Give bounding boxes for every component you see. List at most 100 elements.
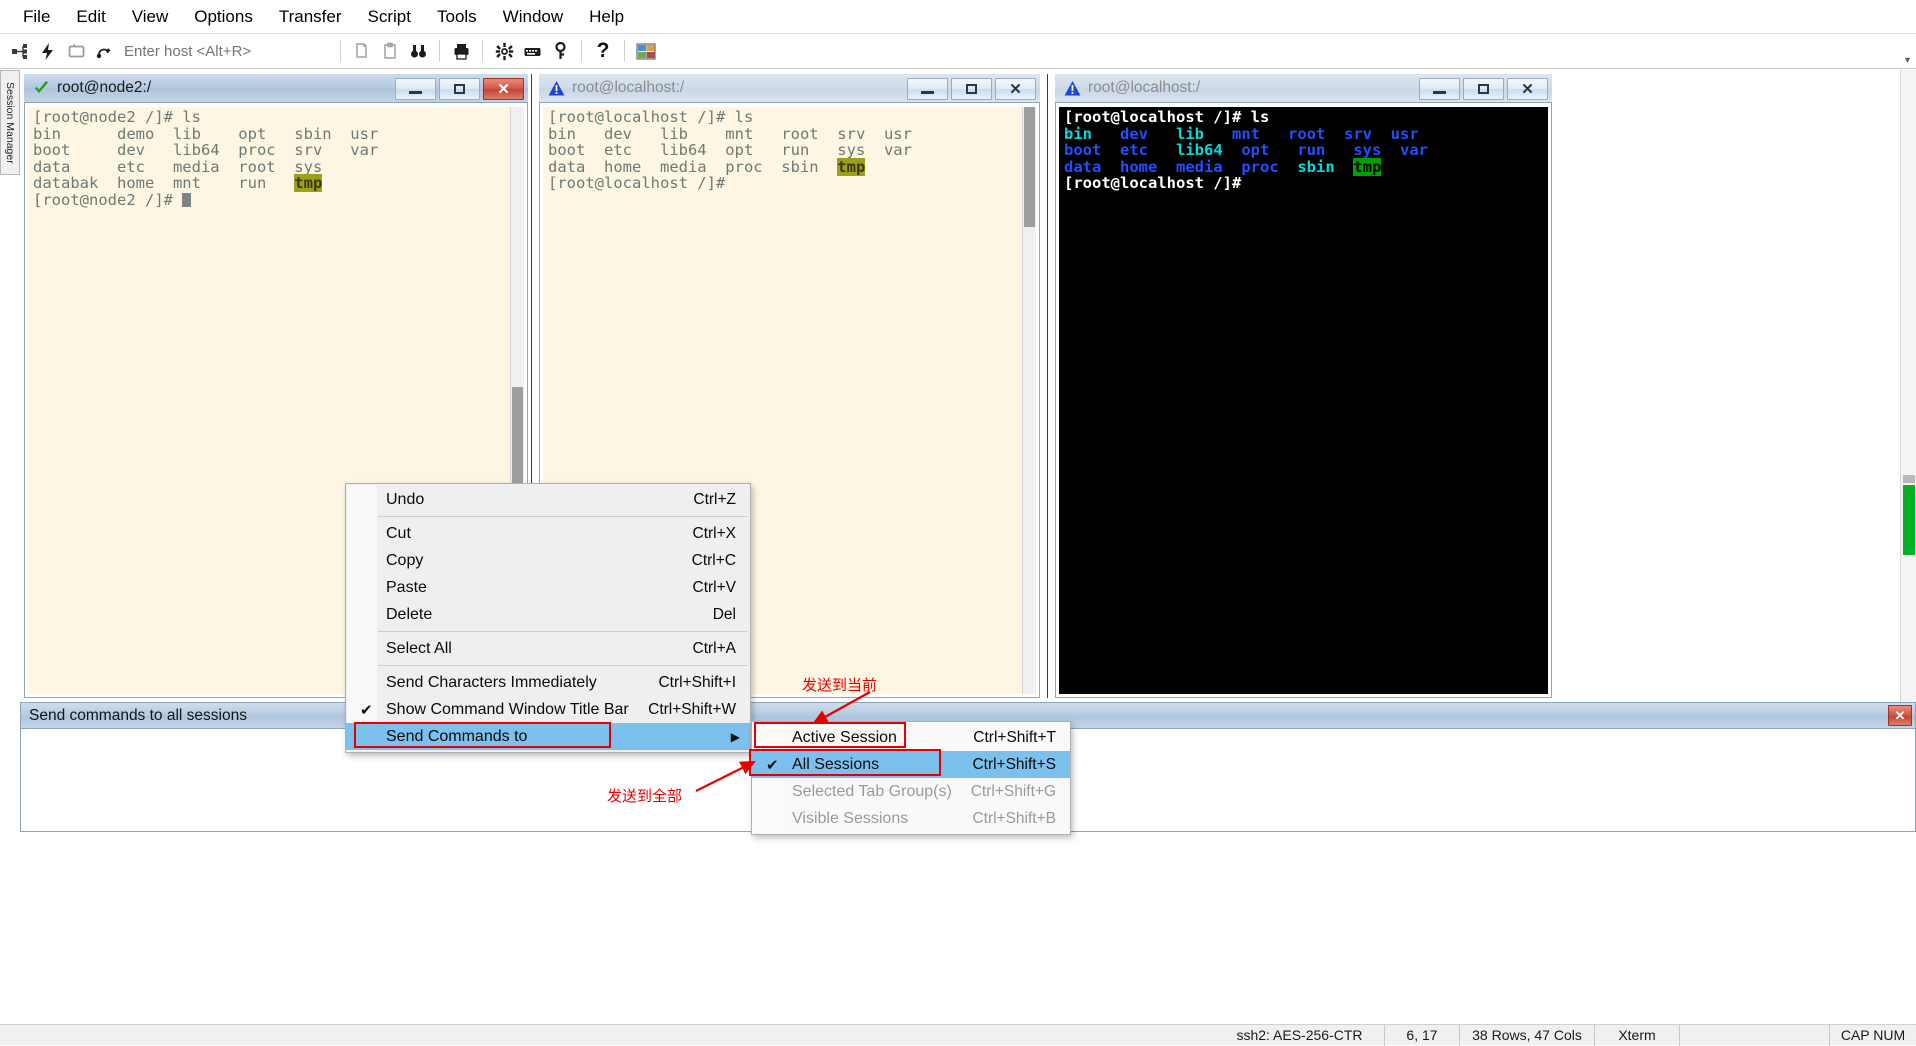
context-menu-item-send-commands-to[interactable]: Send Commands to ▶ bbox=[346, 723, 750, 750]
context-menu-item-label: Copy bbox=[386, 551, 424, 569]
submenu-item-shortcut: Ctrl+Shift+B bbox=[972, 809, 1056, 827]
find-icon[interactable] bbox=[404, 37, 432, 65]
submenu-item-shortcut: Ctrl+Shift+S bbox=[972, 755, 1056, 773]
pane-3-title-bar[interactable]: root@localhost:/ ✕ bbox=[1055, 74, 1552, 103]
context-menu-item-shortcut: Ctrl+Shift+I bbox=[658, 673, 736, 691]
terminal-text: proc bbox=[1241, 157, 1298, 176]
host-input[interactable] bbox=[118, 39, 333, 63]
paste-icon[interactable] bbox=[376, 37, 404, 65]
pane-3-maximize-button[interactable] bbox=[1463, 78, 1504, 100]
terminal-text: home bbox=[1120, 157, 1176, 176]
terminal-line: databak home mnt run tmp bbox=[33, 174, 524, 192]
terminal-pane-3[interactable]: root@localhost:/ ✕ [root@localhost /]# l… bbox=[1055, 74, 1552, 698]
terminal-text: lib bbox=[1176, 124, 1232, 143]
terminal-text: var bbox=[1400, 141, 1428, 159]
copy-icon[interactable] bbox=[348, 37, 376, 65]
session-manager-rail[interactable]: Session Manager bbox=[0, 70, 20, 175]
menubar-item-options[interactable]: Options bbox=[181, 3, 266, 31]
print-icon[interactable] bbox=[447, 37, 475, 65]
pane-3-close-button[interactable]: ✕ bbox=[1507, 78, 1548, 100]
menubar-item-script[interactable]: Script bbox=[355, 3, 424, 31]
reconnect-all-icon[interactable] bbox=[90, 37, 118, 65]
pane-2-window-controls: ✕ bbox=[907, 78, 1036, 100]
terminal-text: [root@localhost /]# bbox=[1064, 174, 1251, 192]
pane-2-close-button[interactable]: ✕ bbox=[995, 78, 1036, 100]
context-menu-item-send-characters-immediately[interactable]: Send Characters Immediately Ctrl+Shift+I bbox=[346, 669, 750, 696]
keymap-editor-icon[interactable] bbox=[518, 37, 546, 65]
terminal-text: sbin bbox=[1297, 157, 1354, 176]
context-menu-item-label: Show Command Window Title Bar bbox=[386, 700, 629, 718]
pane-3-terminal-output[interactable]: [root@localhost /]# ls bin dev lib mnt ro… bbox=[1059, 107, 1548, 694]
pane-2-maximize-button[interactable] bbox=[951, 78, 992, 100]
toolbar-separator-3 bbox=[482, 40, 483, 62]
terminal-line: [root@localhost /]# bbox=[1064, 175, 1548, 192]
submenu-item-all-sessions[interactable]: ✔ All Sessions Ctrl+Shift+S bbox=[752, 751, 1070, 778]
terminal-cursor bbox=[182, 192, 192, 207]
status-cell-keyboard-indicators: CAP NUM bbox=[1840, 1027, 1906, 1043]
pane-3-minimize-button[interactable] bbox=[1419, 78, 1460, 100]
terminal-text: [root@localhost /]# bbox=[548, 174, 735, 192]
context-menu-item-shortcut: Ctrl+X bbox=[692, 524, 737, 542]
pane-1-maximize-button[interactable] bbox=[439, 78, 480, 100]
annotation-label-active-session: 发送到当前 bbox=[802, 676, 878, 694]
pane-3-window-controls: ✕ bbox=[1419, 78, 1548, 100]
context-menu-item-show-command-window-title-bar[interactable]: ✔ Show Command Window Title Bar Ctrl+Shift… bbox=[346, 696, 750, 723]
terminal-line: [root@node2 /]# bbox=[33, 190, 524, 209]
menubar-item-tools[interactable]: Tools bbox=[424, 3, 490, 31]
context-menu-item-label: Undo bbox=[386, 490, 425, 508]
context-menu-item-label: Send Characters Immediately bbox=[386, 673, 597, 691]
terminal-text: dev bbox=[1120, 124, 1176, 143]
pane-2-minimize-button[interactable] bbox=[907, 78, 948, 100]
status-cell-cipher: ssh2: AES-256-CTR bbox=[1215, 1024, 1385, 1046]
pane-2-title-bar[interactable]: root@localhost:/ ✕ bbox=[539, 74, 1040, 103]
context-menu-item-cut[interactable]: Cut Ctrl+X bbox=[346, 520, 750, 547]
context-menu-item-copy[interactable]: Copy Ctrl+C bbox=[346, 547, 750, 574]
submenu-item-active-session[interactable]: Active Session Ctrl+Shift+T bbox=[752, 724, 1070, 751]
pane-1-close-button[interactable]: ✕ bbox=[483, 78, 524, 100]
command-window-close-button[interactable]: ✕ bbox=[1888, 705, 1912, 726]
submenu-item-label: Visible Sessions bbox=[792, 809, 909, 827]
context-menu-item-delete[interactable]: Delete Del bbox=[346, 601, 750, 628]
menubar-item-help[interactable]: Help bbox=[576, 3, 637, 31]
terminal-line: data home media proc sbin tmp bbox=[548, 157, 1036, 176]
context-menu-item-shortcut: Del bbox=[712, 605, 736, 623]
context-menu-separator bbox=[378, 665, 748, 666]
check-icon: ✔ bbox=[360, 701, 373, 719]
submenu-item-selected-tab-group-s: Selected Tab Group(s) Ctrl+Shift+G bbox=[752, 778, 1070, 805]
context-menu-item-paste[interactable]: Paste Ctrl+V bbox=[346, 574, 750, 601]
terminal-text: [root@node2 /]# bbox=[33, 190, 183, 209]
context-menu-item-shortcut: Ctrl+C bbox=[691, 551, 736, 569]
menubar-item-view[interactable]: View bbox=[119, 3, 182, 31]
pane-1-title: root@node2:/ bbox=[57, 79, 152, 96]
pane-2-scrollbar[interactable] bbox=[1022, 107, 1036, 694]
quick-connect-icon[interactable] bbox=[34, 37, 62, 65]
menubar-item-window[interactable]: Window bbox=[490, 3, 576, 31]
terminal-text: srv bbox=[1344, 124, 1391, 143]
pane-1-title-bar[interactable]: root@node2:/ ✕ bbox=[24, 74, 528, 103]
reconnect-icon[interactable] bbox=[62, 37, 90, 65]
session-options-icon[interactable] bbox=[490, 37, 518, 65]
tile-windows-icon[interactable] bbox=[632, 37, 660, 65]
status-cell-spacer bbox=[1680, 1024, 1830, 1046]
context-menu-item-select-all[interactable]: Select All Ctrl+A bbox=[346, 635, 750, 662]
menubar-item-transfer[interactable]: Transfer bbox=[266, 3, 355, 31]
submenu-item-label: Active Session bbox=[792, 728, 897, 746]
menubar-item-file[interactable]: File bbox=[10, 3, 63, 31]
terminal-line: bin dev lib mnt root srv usr bbox=[1064, 124, 1548, 143]
toolbar-overflow-chevron[interactable]: ▾ bbox=[1905, 55, 1910, 66]
terminal-text: opt bbox=[1241, 141, 1298, 159]
terminal-line: boot etc lib64 opt run sys var bbox=[548, 142, 1036, 159]
terminal-text: tmp bbox=[837, 157, 866, 176]
terminal-text: lib64 bbox=[1176, 141, 1242, 159]
workarea-scrollbar[interactable] bbox=[1900, 70, 1916, 702]
pane-1-minimize-button[interactable] bbox=[395, 78, 436, 100]
session-manager-label: Session Manager bbox=[4, 81, 16, 164]
terminal-cursor bbox=[735, 176, 744, 190]
connect-icon[interactable] bbox=[6, 37, 34, 65]
context-menu-item-undo[interactable]: Undo Ctrl+Z bbox=[346, 486, 750, 513]
pane-splitter-2[interactable] bbox=[1044, 74, 1051, 698]
key-icon[interactable] bbox=[546, 37, 574, 65]
context-menu-item-label: Paste bbox=[386, 578, 427, 596]
menubar-item-edit[interactable]: Edit bbox=[63, 3, 118, 31]
help-icon[interactable]: ? bbox=[589, 37, 617, 65]
